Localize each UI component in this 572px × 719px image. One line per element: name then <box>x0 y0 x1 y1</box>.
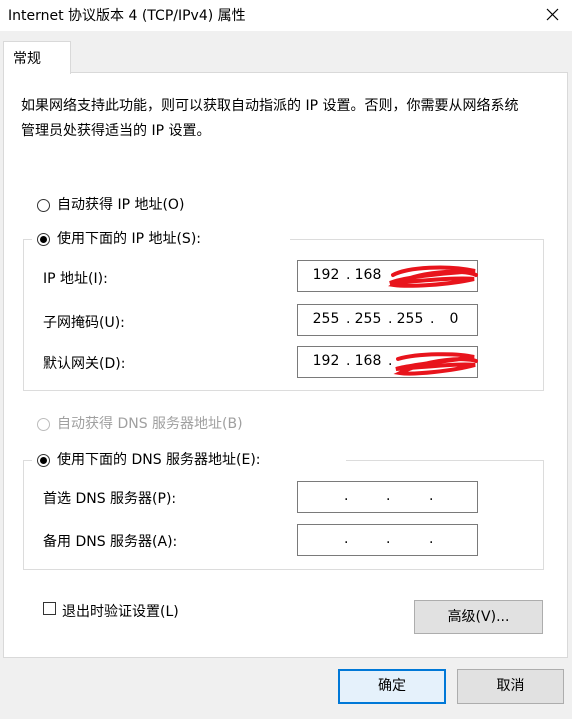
dns-auto-label: 自动获得 DNS 服务器地址(B) <box>57 416 243 432</box>
ip-manual-radio[interactable] <box>37 233 50 246</box>
octet-separator: . <box>344 488 349 504</box>
mask-octet-3: 255 <box>396 311 424 327</box>
advanced-button-label: 高级(V)... <box>447 609 510 625</box>
cancel-button[interactable]: 取消 <box>457 669 564 704</box>
close-button[interactable] <box>536 0 568 30</box>
alternate-dns-input[interactable]: . . . <box>297 524 478 556</box>
preferred-dns-label: 首选 DNS 服务器(P): <box>43 491 177 507</box>
close-icon <box>546 8 559 21</box>
ip-auto-label: 自动获得 IP 地址(O) <box>57 197 185 213</box>
preferred-dns-input[interactable]: . . . <box>297 481 478 513</box>
ip-auto-radio[interactable] <box>37 199 50 212</box>
window-title: Internet 协议版本 4 (TCP/IPv4) 属性 <box>8 8 246 24</box>
ip-manual-label: 使用下面的 IP 地址(S): <box>57 231 201 247</box>
ok-button-label: 确定 <box>378 678 406 694</box>
ip-address-label: IP 地址(I): <box>43 271 108 287</box>
ip-address-input[interactable]: 192 . 168 <box>297 260 478 292</box>
octet-separator: . <box>386 531 391 547</box>
redaction-scribble <box>388 265 478 288</box>
validate-on-exit-checkbox[interactable] <box>43 602 56 615</box>
mask-octet-2: 255 <box>354 311 382 327</box>
ok-button[interactable]: 确定 <box>338 669 446 704</box>
title-bar: Internet 协议版本 4 (TCP/IPv4) 属性 <box>0 0 572 31</box>
tab-strip <box>0 31 572 73</box>
tab-general[interactable]: 常规 <box>3 41 71 74</box>
validate-on-exit-label: 退出时验证设置(L) <box>62 604 179 620</box>
advanced-button[interactable]: 高级(V)... <box>414 600 543 634</box>
dialog-window: Internet 协议版本 4 (TCP/IPv4) 属性 常规 如果网络支持此… <box>0 0 572 719</box>
dns-manual-radio[interactable] <box>37 454 50 467</box>
description-text: 如果网络支持此功能，则可以获取自动指派的 IP 设置。否则，你需要从网络系统管理… <box>21 98 519 139</box>
redaction-scribble <box>393 352 478 376</box>
octet-separator: . <box>429 488 434 504</box>
dns-manual-label: 使用下面的 DNS 服务器地址(E): <box>57 452 261 468</box>
tab-general-label: 常规 <box>13 51 41 67</box>
dns-auto-radio[interactable] <box>37 418 50 431</box>
mask-octet-1: 255 <box>312 311 340 327</box>
default-gateway-input[interactable]: 192 . 168 . <box>297 346 478 378</box>
octet-separator: . <box>386 488 391 504</box>
default-gateway-label: 默认网关(D): <box>43 356 126 372</box>
subnet-mask-input[interactable]: 255 . 255 . 255 . 0 <box>297 304 478 336</box>
cancel-button-label: 取消 <box>496 678 525 694</box>
alternate-dns-label: 备用 DNS 服务器(A): <box>43 534 178 550</box>
octet-separator: . <box>344 531 349 547</box>
mask-octet-4: 0 <box>449 311 459 327</box>
octet-separator: . <box>429 531 434 547</box>
subnet-mask-label: 子网掩码(U): <box>43 315 125 331</box>
